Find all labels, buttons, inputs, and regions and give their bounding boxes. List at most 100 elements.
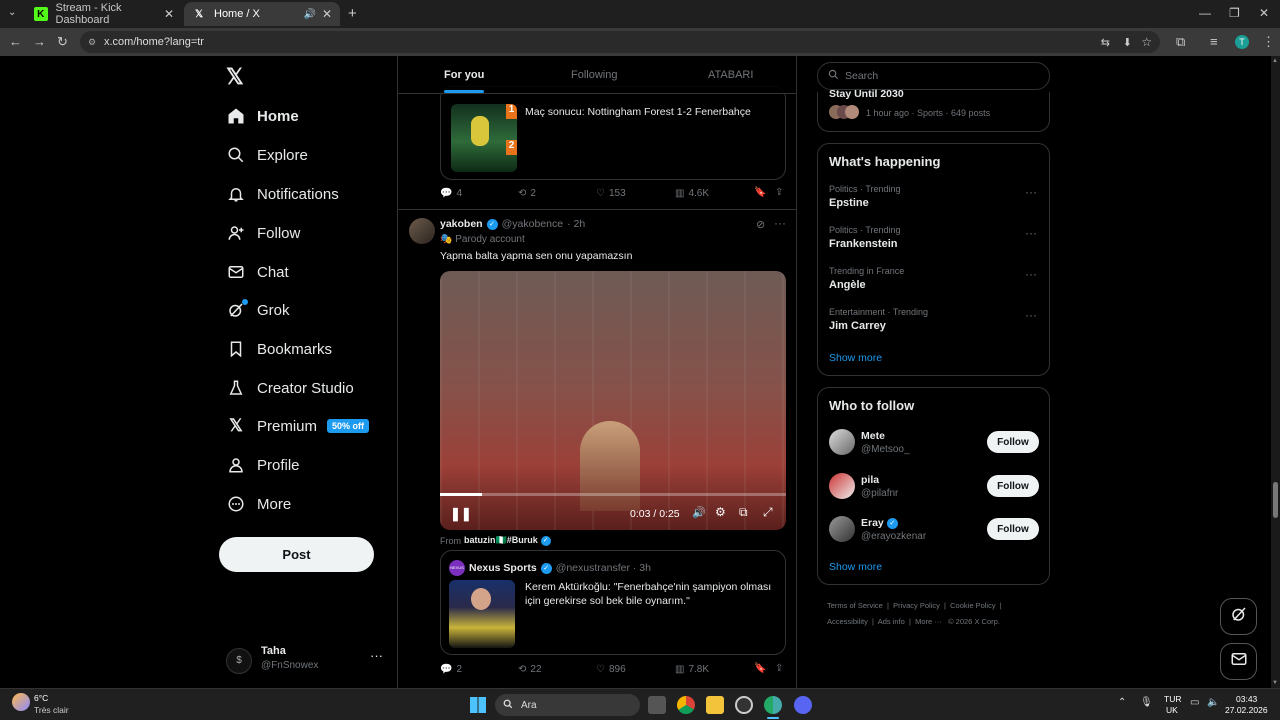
browser-icon-active[interactable] xyxy=(764,696,782,714)
follow-button[interactable]: Follow xyxy=(987,518,1039,540)
obs-icon[interactable] xyxy=(735,696,753,714)
search-input[interactable]: Search xyxy=(817,62,1050,90)
like-button[interactable]: ♡ 896 xyxy=(596,664,626,675)
taskbar-search[interactable]: Ara xyxy=(495,694,640,716)
repost-button[interactable]: ⟲ 22 xyxy=(518,664,542,675)
nav-follow[interactable]: Follow xyxy=(226,220,300,246)
bookmark-button[interactable]: 🔖 xyxy=(754,663,766,674)
author-handle[interactable]: @yakobence xyxy=(502,218,563,230)
nav-home[interactable]: Home xyxy=(226,103,299,129)
site-info-icon[interactable]: ⚙ xyxy=(88,37,96,48)
more-icon[interactable]: ··· xyxy=(1025,185,1037,199)
chrome-icon[interactable] xyxy=(677,696,695,714)
nav-bookmarks[interactable]: Bookmarks xyxy=(226,336,332,362)
nav-grok[interactable]: Grok xyxy=(226,297,290,323)
more-icon[interactable]: ··· xyxy=(1025,267,1037,281)
nav-premium[interactable]: 𝕏 Premium 50% off xyxy=(226,413,370,439)
forward-icon[interactable]: → xyxy=(33,34,46,49)
weather-icon[interactable] xyxy=(12,693,30,711)
follow-button[interactable]: Follow xyxy=(987,431,1039,453)
extensions-icon[interactable]: ⧉ xyxy=(1176,34,1185,50)
show-more-link[interactable]: Show more xyxy=(829,561,882,573)
trend-item[interactable]: Politics · Trending Epstine ··· xyxy=(818,183,1049,221)
microphone-icon[interactable]: 🎙 xyxy=(1140,697,1153,708)
more-icon[interactable]: ··· xyxy=(774,216,786,230)
volume-icon[interactable]: 🔊 xyxy=(692,506,706,519)
display-icon[interactable]: ▭ xyxy=(1190,697,1199,708)
tab-kick[interactable]: K Stream - Kick Dashboard ✕ xyxy=(26,2,182,26)
tab-search-icon[interactable]: ⌄ xyxy=(8,7,16,18)
nav-notifications[interactable]: Notifications xyxy=(226,181,339,207)
scroll-thumb[interactable] xyxy=(1273,482,1278,518)
install-icon[interactable]: ⬇ xyxy=(1123,36,1132,49)
nav-profile[interactable]: Profile xyxy=(226,452,300,478)
nav-creator-studio[interactable]: Creator Studio xyxy=(226,375,354,401)
clock-date[interactable]: 27.02.2026 xyxy=(1225,705,1268,715)
trend-item[interactable]: Entertainment · Trending Jim Carrey ··· xyxy=(818,306,1049,344)
close-window-button[interactable]: ✕ xyxy=(1259,6,1269,20)
like-button[interactable]: ♡ 153 xyxy=(596,188,626,199)
tab-following[interactable]: Following xyxy=(571,69,617,81)
quoted-post[interactable]: NEXUS Nexus Sports ✓ @nexustransfer · 3h… xyxy=(440,550,786,655)
reload-icon[interactable]: ↻ xyxy=(57,34,68,50)
reply-button[interactable]: 💬 2 xyxy=(440,664,462,675)
more-icon[interactable]: ··· xyxy=(370,648,383,663)
grok-fab[interactable] xyxy=(1220,598,1257,635)
scroll-up-icon[interactable]: ▲ xyxy=(1272,58,1278,64)
nav-more[interactable]: More xyxy=(226,491,291,517)
pip-icon[interactable]: ⧉ xyxy=(739,505,748,520)
trend-item[interactable]: Trending in France Angèle ··· xyxy=(818,265,1049,303)
video-scrubber[interactable] xyxy=(440,493,786,496)
messages-fab[interactable] xyxy=(1220,643,1257,680)
tab-atabari[interactable]: ATABARI xyxy=(708,69,753,81)
show-more-link[interactable]: Show more xyxy=(829,352,882,364)
bookmark-button[interactable]: 🔖 xyxy=(754,187,766,198)
post-button[interactable]: Post xyxy=(219,537,374,572)
views-button[interactable]: ▥ 7.8K xyxy=(675,664,709,675)
pause-icon[interactable]: ❚❚ xyxy=(450,506,472,522)
grok-icon[interactable]: ⊘ xyxy=(756,218,765,231)
scroll-down-icon[interactable]: ▼ xyxy=(1272,680,1278,686)
nav-chat[interactable]: Chat xyxy=(226,259,289,285)
trend-item[interactable]: Politics · Trending Frankenstein ··· xyxy=(818,224,1049,262)
close-tab-icon[interactable]: ✕ xyxy=(322,7,332,21)
keyboard-layout[interactable]: UK xyxy=(1166,705,1178,715)
restore-button[interactable]: ❐ xyxy=(1229,6,1240,20)
url-input[interactable]: ⚙ x.com/home?lang=tr ⇆ ⬇ ☆ xyxy=(80,31,1160,53)
new-tab-button[interactable]: + xyxy=(348,5,357,22)
share-icon[interactable]: ⇪ xyxy=(775,187,783,198)
file-explorer-icon[interactable] xyxy=(706,696,724,714)
volume-icon[interactable]: 🔈 xyxy=(1207,697,1219,708)
quoted-post[interactable]: 1 2 Maç sonucu: Nottingham Forest 1-2 Fe… xyxy=(440,86,786,180)
menu-icon[interactable]: ⋮ xyxy=(1262,34,1275,50)
views-button[interactable]: ▥ 4.6K xyxy=(675,188,709,199)
close-tab-icon[interactable]: ✕ xyxy=(164,7,174,21)
media-icon[interactable]: ≡ xyxy=(1210,34,1218,49)
language-code[interactable]: TUR xyxy=(1164,694,1181,704)
follow-suggestion[interactable]: Mete @Metsoo_ Follow xyxy=(818,428,1049,458)
more-icon[interactable]: ··· xyxy=(1025,308,1037,322)
chevron-up-icon[interactable]: ⌃ xyxy=(1118,697,1126,708)
footer-link[interactable]: Privacy Policy xyxy=(893,601,940,610)
follow-suggestion[interactable]: pila @pilafnr Follow xyxy=(818,472,1049,502)
reply-button[interactable]: 💬 4 xyxy=(440,188,462,199)
translate-icon[interactable]: ⇆ xyxy=(1101,36,1110,49)
footer-link[interactable]: Ads info xyxy=(878,617,905,626)
clock-time[interactable]: 03:43 xyxy=(1236,694,1257,704)
from-attribution[interactable]: From batuzin🇳🇬#Buruk ✓ xyxy=(440,535,551,546)
footer-link[interactable]: Accessibility xyxy=(827,617,868,626)
video-player[interactable]: ❚❚ 0:03 / 0:25 🔊 ⚙ ⧉ ⤢ xyxy=(440,271,786,530)
back-icon[interactable]: ← xyxy=(9,34,22,49)
more-icon[interactable]: ··· xyxy=(1025,226,1037,240)
footer-link[interactable]: More ··· xyxy=(915,617,942,626)
repost-button[interactable]: ⟲ 2 xyxy=(518,188,536,199)
task-view-icon[interactable] xyxy=(648,696,666,714)
follow-suggestion[interactable]: Eray ✓ @erayozkenar Follow xyxy=(818,515,1049,545)
post-time[interactable]: · 2h xyxy=(567,218,585,230)
x-logo[interactable]: 𝕏 xyxy=(226,64,244,90)
fullscreen-icon[interactable]: ⤢ xyxy=(763,505,773,520)
tab-x[interactable]: 𝕏 Home / X 🔊 ✕ xyxy=(184,2,340,26)
account-switcher[interactable]: $ Taha @FnSnowex ··· xyxy=(226,642,386,674)
tab-for-you[interactable]: For you xyxy=(444,69,485,93)
audio-icon[interactable]: 🔊 xyxy=(304,9,316,20)
